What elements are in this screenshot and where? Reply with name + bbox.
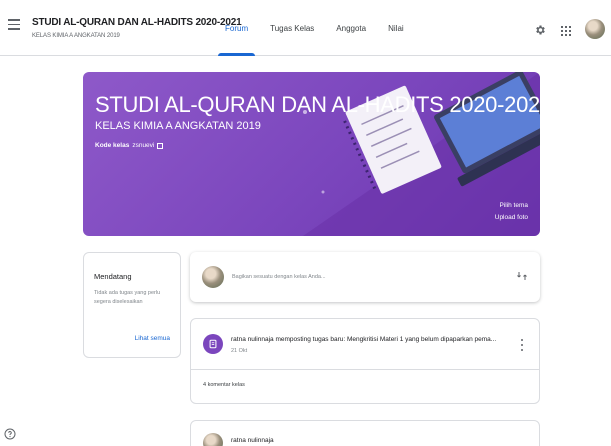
more-options-icon[interactable] xyxy=(521,339,525,351)
class-section: KELAS KIMIA A ANGKATAN 2019 xyxy=(32,33,120,39)
apps-grid-icon[interactable] xyxy=(561,26,571,36)
see-all-link[interactable]: Lihat semua xyxy=(135,335,170,342)
upload-photo-link[interactable]: Upload foto xyxy=(495,214,528,221)
top-app-bar: STUDI AL-QURAN DAN AL-HADITS 2020-2021 K… xyxy=(0,0,611,56)
post-date: 21 Okt xyxy=(231,348,248,354)
hamburger-menu-icon[interactable] xyxy=(8,19,20,33)
repost-icon[interactable] xyxy=(516,270,528,282)
post-divider xyxy=(191,369,539,370)
select-theme-link[interactable]: Pilih tema xyxy=(499,202,528,209)
class-code-value: zsnuevi xyxy=(132,142,155,149)
upcoming-card: Mendatang Tidak ada tugas yang perlu seg… xyxy=(83,252,181,358)
assignment-icon xyxy=(203,334,223,354)
gear-icon[interactable] xyxy=(534,24,546,36)
upcoming-title: Mendatang xyxy=(94,272,132,281)
class-code: Kode kelas zsnuevi xyxy=(95,142,164,149)
class-comments-link[interactable]: 4 komentar kelas xyxy=(203,382,245,388)
tab-people[interactable]: Anggota xyxy=(325,0,377,56)
banner-title: STUDI AL-QURAN DAN AL-HADITS 2020-2021 xyxy=(95,92,540,117)
post-title[interactable]: ratna nulinnaja memposting tugas baru: M… xyxy=(231,336,496,343)
tab-classwork[interactable]: Tugas Kelas xyxy=(259,0,325,56)
class-banner: STUDI AL-QURAN DAN AL-HADITS 2020-2021 K… xyxy=(83,72,540,236)
post-author: ratna nulinnaja xyxy=(231,437,274,444)
help-icon[interactable] xyxy=(4,428,16,440)
stream-post[interactable]: ratna nulinnaja memposting tugas baru: M… xyxy=(190,318,540,404)
tab-grades[interactable]: Nilai xyxy=(377,0,415,56)
banner-section: KELAS KIMIA A ANGKATAN 2019 xyxy=(95,120,261,132)
stream-post[interactable]: ratna nulinnaja xyxy=(190,420,540,446)
tab-forum[interactable]: Forum xyxy=(214,0,259,56)
class-title[interactable]: STUDI AL-QURAN DAN AL-HADITS 2020-2021 xyxy=(32,17,242,28)
tab-bar: Forum Tugas Kelas Anggota Nilai xyxy=(214,0,415,56)
account-avatar[interactable] xyxy=(585,19,605,39)
user-avatar xyxy=(202,266,224,288)
upcoming-empty-text: Tidak ada tugas yang perlu segera disele… xyxy=(94,290,161,305)
user-avatar xyxy=(203,433,223,446)
share-placeholder[interactable]: Bagikan sesuatu dengan kelas Anda... xyxy=(232,274,326,280)
class-code-label: Kode kelas xyxy=(95,142,130,149)
share-announcement-box[interactable]: Bagikan sesuatu dengan kelas Anda... xyxy=(190,252,540,302)
fullscreen-icon[interactable] xyxy=(157,142,164,149)
